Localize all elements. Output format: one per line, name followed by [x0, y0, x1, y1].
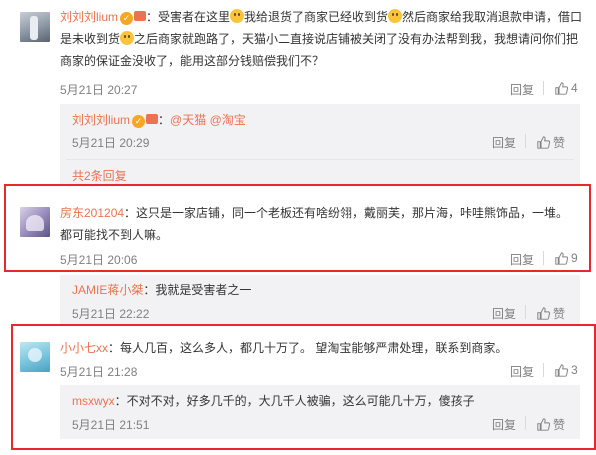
avatar[interactable] — [20, 12, 50, 42]
like-count: 9 — [571, 251, 578, 265]
like-button[interactable]: 赞 — [537, 134, 565, 151]
reply-button[interactable]: 回复 — [510, 251, 534, 268]
reply-button[interactable]: 回复 — [510, 81, 534, 98]
sub-reply-username[interactable]: JAMIE蒋小桀 — [72, 283, 143, 297]
sub-reply-username[interactable]: msxwyx — [72, 394, 115, 408]
divider — [66, 159, 574, 160]
thumbs-up-icon — [537, 418, 550, 431]
comment-username[interactable]: 房东201204 — [60, 206, 124, 220]
comment-text: 刘刘刘lium ✓ ：受害者在这里 我给退货了商家已经收到货 然后商家给我取消退款申请，… — [60, 9, 583, 68]
divider — [543, 81, 544, 95]
like-button[interactable]: 9 — [555, 251, 578, 265]
emoji-face-icon — [230, 9, 245, 23]
thumbs-up-icon — [555, 81, 568, 95]
reply-button[interactable]: 回复 — [492, 305, 516, 322]
like-label: 赞 — [553, 136, 566, 150]
divider — [543, 363, 544, 377]
sub-reply-time: 5月21日 22:22 — [72, 307, 150, 321]
like-label: 赞 — [553, 418, 566, 432]
thumbs-up-icon — [555, 363, 568, 377]
reply-button[interactable]: 回复 — [492, 134, 516, 151]
divider — [525, 305, 526, 319]
like-button[interactable]: 赞 — [537, 305, 565, 322]
avatar[interactable] — [20, 207, 50, 237]
vip-badge-icon — [146, 114, 159, 124]
like-button[interactable]: 3 — [555, 363, 578, 377]
emoji-face-icon — [388, 9, 403, 23]
sub-reply-username[interactable]: 刘刘刘lium — [72, 113, 130, 127]
sub-reply-text: JAMIE蒋小桀：我就是受害者之一 — [72, 283, 252, 297]
vip-badge-icon — [134, 11, 147, 21]
divider — [543, 251, 544, 265]
mention-link[interactable]: @天猫 — [170, 113, 206, 127]
verified-badge-icon: ✓ — [132, 115, 146, 128]
thumbs-up-icon — [537, 307, 550, 320]
sub-reply-text: msxwyx：不对不对，好多几千的，大几千人被骗，这么可能几十万，傻孩子 — [72, 394, 475, 408]
comment-time: 5月21日 21:28 — [60, 365, 138, 379]
like-button[interactable]: 4 — [555, 81, 578, 95]
comment-text: 小小七xx：每人几百，这么多人，都几十万了。 望淘宝能够严肃处理，联系到商家。 — [60, 341, 508, 355]
emoji-face-icon — [120, 31, 135, 45]
sub-reply-time: 5月21日 20:29 — [72, 136, 150, 150]
like-button[interactable]: 赞 — [537, 416, 565, 433]
sub-reply-text: 刘刘刘lium ✓ ：@天猫 @淘宝 — [72, 113, 246, 128]
sub-reply-time: 5月21日 21:51 — [72, 418, 150, 432]
divider — [525, 416, 526, 430]
thumbs-up-icon — [555, 251, 568, 265]
comment-time: 5月21日 20:27 — [60, 83, 138, 97]
verified-badge-icon: ✓ — [120, 12, 134, 25]
divider — [525, 134, 526, 148]
reply-button[interactable]: 回复 — [492, 416, 516, 433]
thumbs-up-icon — [537, 136, 550, 149]
like-label: 赞 — [553, 307, 566, 321]
like-count: 4 — [571, 81, 578, 95]
comment-username[interactable]: 小小七xx — [60, 341, 108, 355]
more-replies-link[interactable]: 共2条回复 — [72, 167, 127, 184]
mention-link[interactable]: @淘宝 — [210, 113, 246, 127]
comment-username[interactable]: 刘刘刘lium — [60, 10, 118, 24]
avatar[interactable] — [20, 342, 50, 372]
reply-button[interactable]: 回复 — [510, 363, 534, 380]
like-count: 3 — [571, 363, 578, 377]
comment-time: 5月21日 20:06 — [60, 253, 138, 267]
comment-text: 房东201204：这只是一家店铺，同一个老板还有啥纷翎，戴丽芙，那片海，咔哇熊饰… — [60, 206, 569, 242]
